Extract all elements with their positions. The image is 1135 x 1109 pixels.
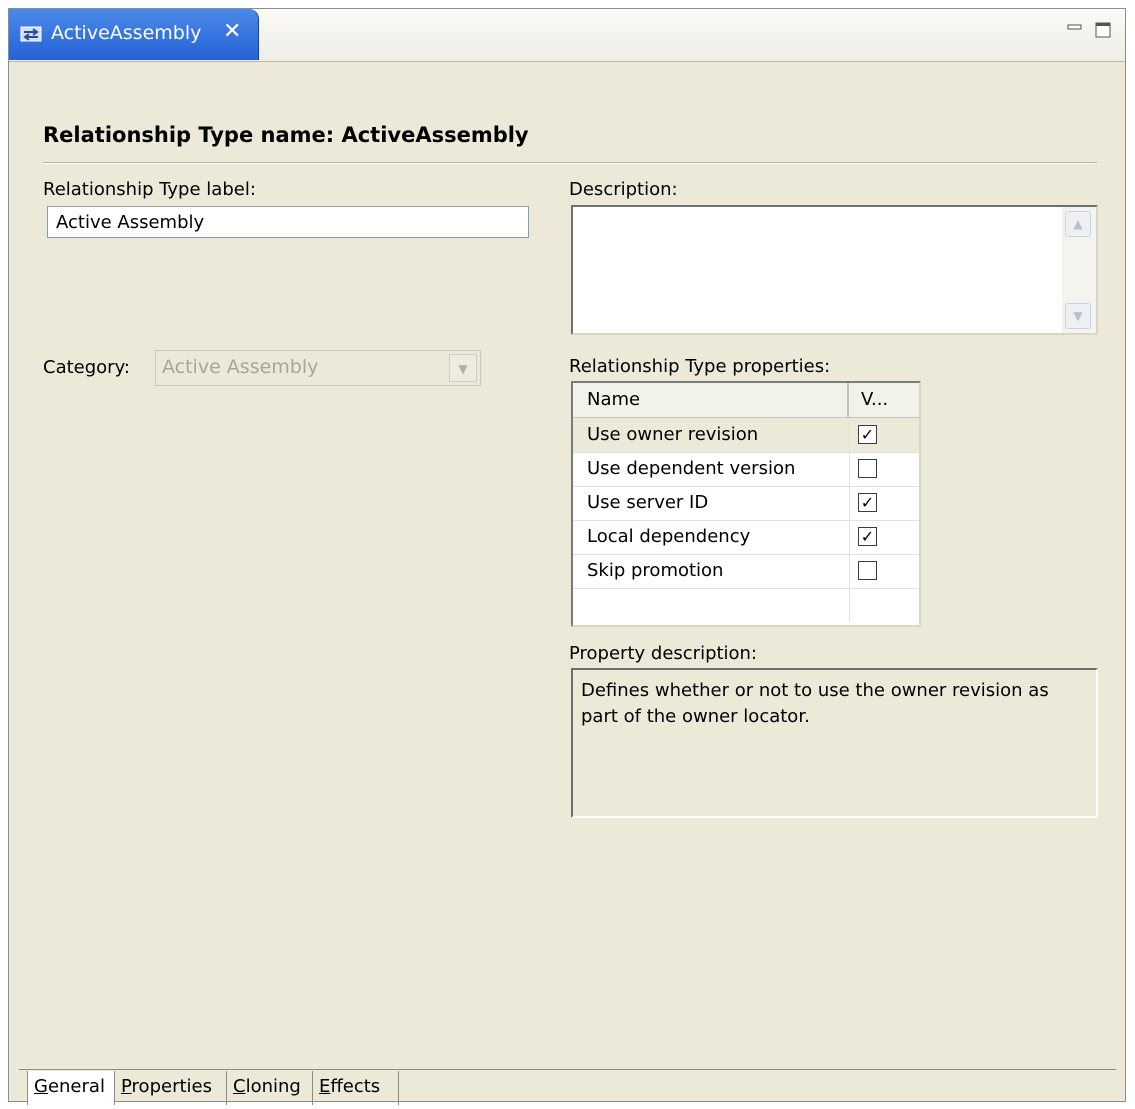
minimize-icon[interactable] <box>1066 21 1084 39</box>
table-row-empty <box>573 588 919 622</box>
column-divider <box>849 520 850 554</box>
properties-table: Name V... Use owner revision ✓ Use depen… <box>571 381 921 627</box>
property-name: Use dependent version <box>587 458 796 479</box>
properties-caption: Relationship Type properties: <box>569 356 831 377</box>
table-row[interactable]: Use server ID ✓ <box>573 486 919 521</box>
table-row[interactable]: Skip promotion <box>573 554 919 589</box>
column-header-value[interactable]: V... <box>849 383 919 417</box>
editor-tab-title: ActiveAssembly <box>51 22 202 44</box>
property-name: Use owner revision <box>587 424 759 445</box>
tab-general-label: eneral <box>47 1076 105 1097</box>
tab-general-mnemonic: G <box>34 1076 48 1097</box>
chevron-down-icon[interactable]: ▼ <box>449 354 477 382</box>
tab-cloning-mnemonic: C <box>233 1076 246 1097</box>
property-name: Skip promotion <box>587 560 724 581</box>
property-description-text: Defines whether or not to use the owner … <box>571 668 1098 818</box>
tab-general[interactable]: General <box>27 1071 115 1105</box>
tab-cloning-label: loning <box>245 1076 301 1097</box>
column-header-name[interactable]: Name <box>573 383 849 417</box>
title-divider <box>43 162 1097 164</box>
tab-properties-label: roperties <box>131 1076 212 1097</box>
tab-effects-label: ffects <box>330 1076 381 1097</box>
property-name: Use server ID <box>587 492 709 513</box>
editor-panel: ActiveAssembly ✕ Relationship Type name:… <box>8 8 1126 1105</box>
table-row[interactable]: Local dependency ✓ <box>573 520 919 555</box>
column-divider <box>849 452 850 486</box>
category-caption: Category: <box>43 357 130 378</box>
tab-properties[interactable]: Properties <box>115 1071 227 1105</box>
label-field-caption: Relationship Type label: <box>43 179 256 200</box>
editor-tab-activeassembly[interactable]: ActiveAssembly ✕ <box>9 9 259 60</box>
tab-properties-mnemonic: P <box>121 1076 132 1097</box>
scroll-down-icon[interactable]: ▼ <box>1065 303 1091 329</box>
page-title: Relationship Type name: ActiveAssembly <box>43 123 529 147</box>
property-checkbox[interactable]: ✓ <box>858 425 877 444</box>
table-row[interactable]: Use owner revision ✓ <box>573 418 919 453</box>
property-name: Local dependency <box>587 526 751 547</box>
tab-effects[interactable]: Effects <box>313 1071 399 1105</box>
property-description-caption: Property description: <box>569 643 758 664</box>
description-field[interactable]: ▲ ▼ <box>571 205 1098 335</box>
property-checkbox[interactable] <box>858 561 877 580</box>
category-value: Active Assembly <box>162 356 319 378</box>
property-checkbox[interactable]: ✓ <box>858 493 877 512</box>
maximize-icon[interactable] <box>1094 21 1112 39</box>
tab-effects-mnemonic: E <box>319 1076 331 1097</box>
column-divider <box>849 486 850 520</box>
property-checkbox[interactable] <box>858 459 877 478</box>
label-field[interactable] <box>47 206 529 238</box>
column-divider <box>849 418 850 452</box>
table-row[interactable]: Use dependent version <box>573 452 919 487</box>
tab-cloning[interactable]: Cloning <box>227 1071 313 1105</box>
editor-tab-strip: ActiveAssembly ✕ <box>9 9 1125 62</box>
relationship-type-icon <box>20 26 42 42</box>
table-header: Name V... <box>573 383 919 418</box>
category-select[interactable]: Active Assembly ▼ <box>155 350 481 386</box>
column-divider <box>849 554 850 588</box>
description-scrollbar[interactable]: ▲ ▼ <box>1062 207 1096 333</box>
column-divider <box>849 588 850 622</box>
scroll-up-icon[interactable]: ▲ <box>1065 211 1091 237</box>
bottom-tabs-divider <box>19 1069 1116 1070</box>
description-caption: Description: <box>569 179 678 200</box>
property-checkbox[interactable]: ✓ <box>858 527 877 546</box>
close-icon[interactable]: ✕ <box>223 19 241 44</box>
